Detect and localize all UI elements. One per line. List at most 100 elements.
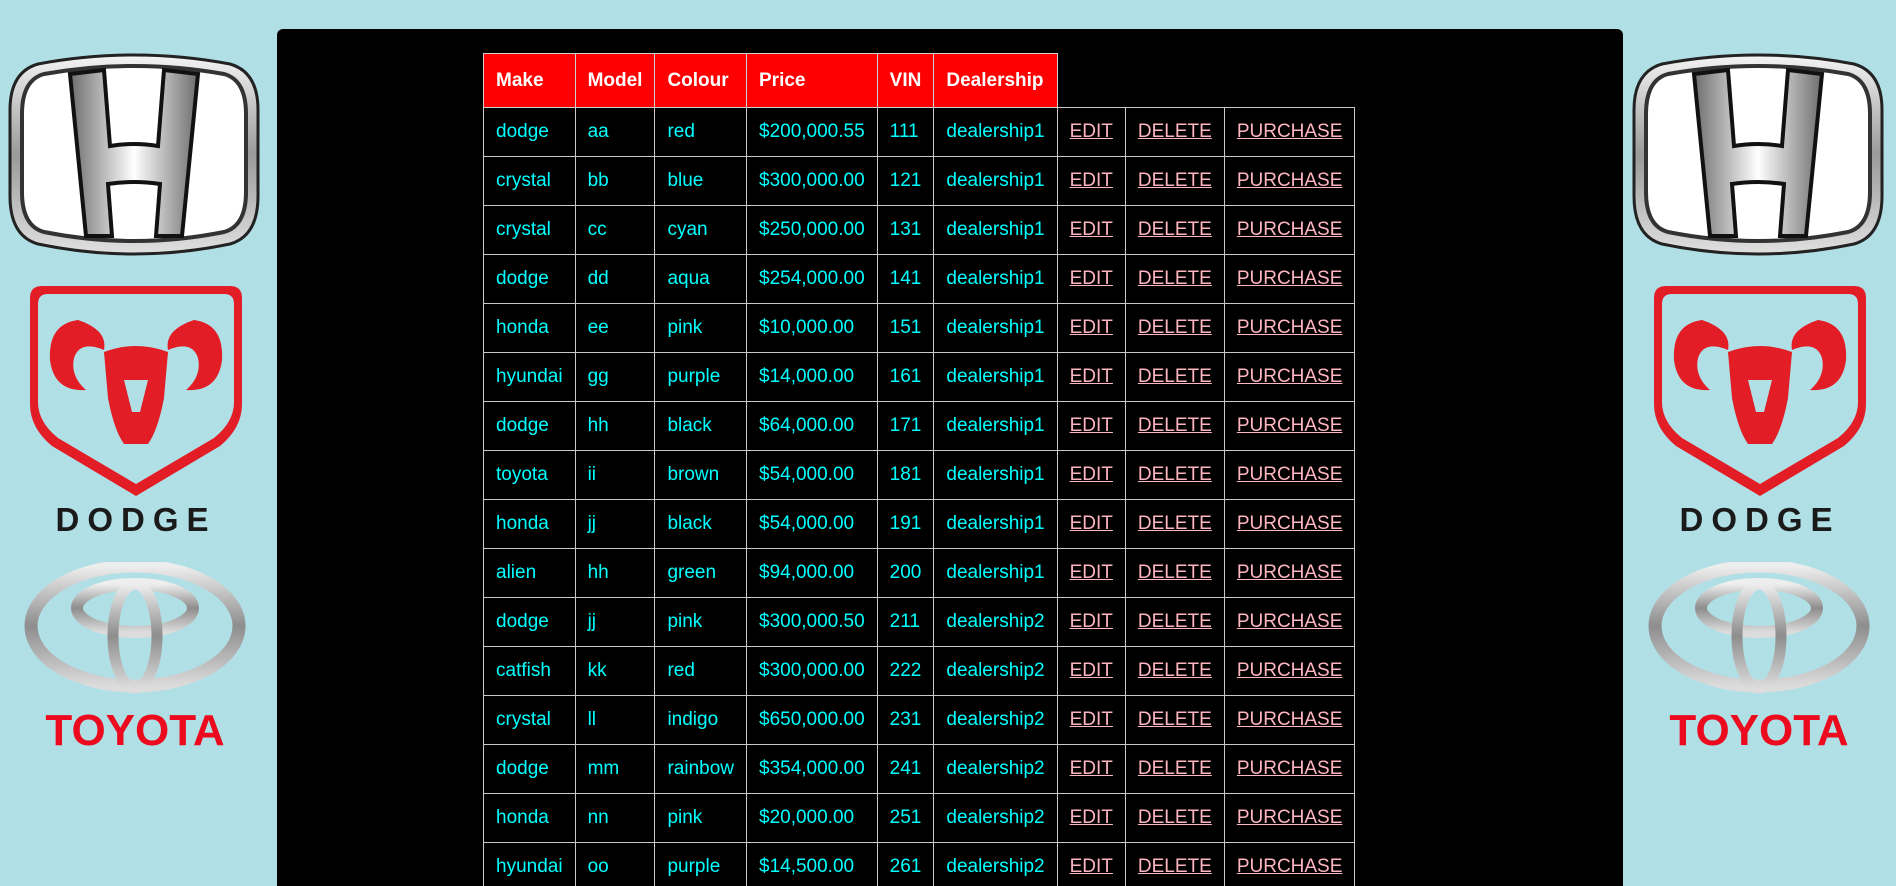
delete-link[interactable]: DELETE	[1138, 513, 1212, 534]
edit-link[interactable]: EDIT	[1070, 170, 1113, 191]
cell-model: jj	[574, 597, 656, 647]
cell-delete: DELETE	[1124, 450, 1225, 500]
edit-link[interactable]: EDIT	[1070, 464, 1113, 485]
edit-link[interactable]: EDIT	[1070, 415, 1113, 436]
cell-purchase: PURCHASE	[1223, 499, 1356, 549]
cell-edit: EDIT	[1056, 156, 1126, 206]
cell-make: dodge	[483, 597, 576, 647]
purchase-link[interactable]: PURCHASE	[1237, 660, 1343, 681]
cell-colour: red	[654, 107, 747, 157]
cell-purchase: PURCHASE	[1223, 205, 1356, 255]
delete-link[interactable]: DELETE	[1138, 268, 1212, 289]
delete-link[interactable]: DELETE	[1138, 170, 1212, 191]
cell-colour: aqua	[654, 254, 747, 304]
cell-delete: DELETE	[1124, 156, 1225, 206]
purchase-link[interactable]: PURCHASE	[1237, 562, 1343, 583]
cell-dealership: dealership1	[933, 499, 1058, 549]
cell-delete: DELETE	[1124, 548, 1225, 598]
cell-price: $354,000.00	[746, 744, 878, 794]
purchase-link[interactable]: PURCHASE	[1237, 219, 1343, 240]
table-row: crystal ll indigo $650,000.00 231 dealership2…	[483, 695, 1356, 745]
delete-link[interactable]: DELETE	[1138, 317, 1212, 338]
cell-purchase: PURCHASE	[1223, 842, 1356, 886]
header-model: Model	[574, 53, 656, 108]
cell-edit: EDIT	[1056, 303, 1126, 353]
cell-make: toyota	[483, 450, 576, 500]
edit-link[interactable]: EDIT	[1070, 219, 1113, 240]
delete-link[interactable]: DELETE	[1138, 660, 1212, 681]
cell-vin: 131	[876, 205, 935, 255]
edit-link[interactable]: EDIT	[1070, 366, 1113, 387]
delete-link[interactable]: DELETE	[1138, 611, 1212, 632]
cell-edit: EDIT	[1056, 646, 1126, 696]
cell-colour: green	[654, 548, 747, 598]
cell-purchase: PURCHASE	[1223, 744, 1356, 794]
purchase-link[interactable]: PURCHASE	[1237, 513, 1343, 534]
cell-make: dodge	[483, 107, 576, 157]
dodge-logo: DODGE	[1654, 286, 1866, 535]
cell-edit: EDIT	[1056, 744, 1126, 794]
purchase-link[interactable]: PURCHASE	[1237, 415, 1343, 436]
cell-make: alien	[483, 548, 576, 598]
edit-link[interactable]: EDIT	[1070, 856, 1113, 877]
delete-link[interactable]: DELETE	[1138, 219, 1212, 240]
edit-link[interactable]: EDIT	[1070, 660, 1113, 681]
cell-model: hh	[574, 548, 656, 598]
delete-link[interactable]: DELETE	[1138, 415, 1212, 436]
cell-vin: 200	[876, 548, 935, 598]
delete-link[interactable]: DELETE	[1138, 366, 1212, 387]
cell-purchase: PURCHASE	[1223, 597, 1356, 647]
purchase-link[interactable]: PURCHASE	[1237, 170, 1343, 191]
cell-purchase: PURCHASE	[1223, 793, 1356, 843]
purchase-link[interactable]: PURCHASE	[1237, 121, 1343, 142]
delete-link[interactable]: DELETE	[1138, 807, 1212, 828]
cell-vin: 111	[876, 107, 935, 157]
cell-make: honda	[483, 499, 576, 549]
header-blank	[1125, 53, 1225, 108]
cell-price: $300,000.00	[746, 156, 878, 206]
cell-price: $20,000.00	[746, 793, 878, 843]
delete-link[interactable]: DELETE	[1138, 856, 1212, 877]
delete-link[interactable]: DELETE	[1138, 464, 1212, 485]
cell-model: ll	[574, 695, 656, 745]
table-row: honda nn pink $20,000.00 251 dealership2 EDIT D…	[483, 793, 1356, 843]
cell-price: $200,000.55	[746, 107, 878, 157]
delete-link[interactable]: DELETE	[1138, 562, 1212, 583]
edit-link[interactable]: EDIT	[1070, 513, 1113, 534]
edit-link[interactable]: EDIT	[1070, 758, 1113, 779]
purchase-link[interactable]: PURCHASE	[1237, 268, 1343, 289]
edit-link[interactable]: EDIT	[1070, 611, 1113, 632]
purchase-link[interactable]: PURCHASE	[1237, 856, 1343, 877]
purchase-link[interactable]: PURCHASE	[1237, 611, 1343, 632]
edit-link[interactable]: EDIT	[1070, 268, 1113, 289]
cell-price: $300,000.00	[746, 646, 878, 696]
purchase-link[interactable]: PURCHASE	[1237, 464, 1343, 485]
edit-link[interactable]: EDIT	[1070, 317, 1113, 338]
delete-link[interactable]: DELETE	[1138, 709, 1212, 730]
table-row: dodge mm rainbow $354,000.00 241 dealership2 E…	[483, 744, 1356, 794]
purchase-link[interactable]: PURCHASE	[1237, 758, 1343, 779]
delete-link[interactable]: DELETE	[1138, 121, 1212, 142]
inventory-panel: Make Model Colour Price VIN Dealership d…	[277, 29, 1623, 886]
cell-price: $650,000.00	[746, 695, 878, 745]
edit-link[interactable]: EDIT	[1070, 807, 1113, 828]
cell-dealership: dealership1	[933, 450, 1058, 500]
cell-delete: DELETE	[1124, 695, 1225, 745]
cell-edit: EDIT	[1056, 352, 1126, 402]
cell-purchase: PURCHASE	[1223, 548, 1356, 598]
cell-dealership: dealership2	[933, 695, 1058, 745]
cell-delete: DELETE	[1124, 303, 1225, 353]
purchase-link[interactable]: PURCHASE	[1237, 317, 1343, 338]
purchase-link[interactable]: PURCHASE	[1237, 807, 1343, 828]
purchase-link[interactable]: PURCHASE	[1237, 366, 1343, 387]
table-header-row: Make Model Colour Price VIN Dealership	[483, 53, 1355, 108]
header-vin: VIN	[876, 53, 935, 108]
edit-link[interactable]: EDIT	[1070, 562, 1113, 583]
header-colour: Colour	[654, 53, 747, 108]
delete-link[interactable]: DELETE	[1138, 758, 1212, 779]
purchase-link[interactable]: PURCHASE	[1237, 709, 1343, 730]
edit-link[interactable]: EDIT	[1070, 121, 1113, 142]
cell-delete: DELETE	[1124, 793, 1225, 843]
edit-link[interactable]: EDIT	[1070, 709, 1113, 730]
cell-edit: EDIT	[1056, 254, 1126, 304]
